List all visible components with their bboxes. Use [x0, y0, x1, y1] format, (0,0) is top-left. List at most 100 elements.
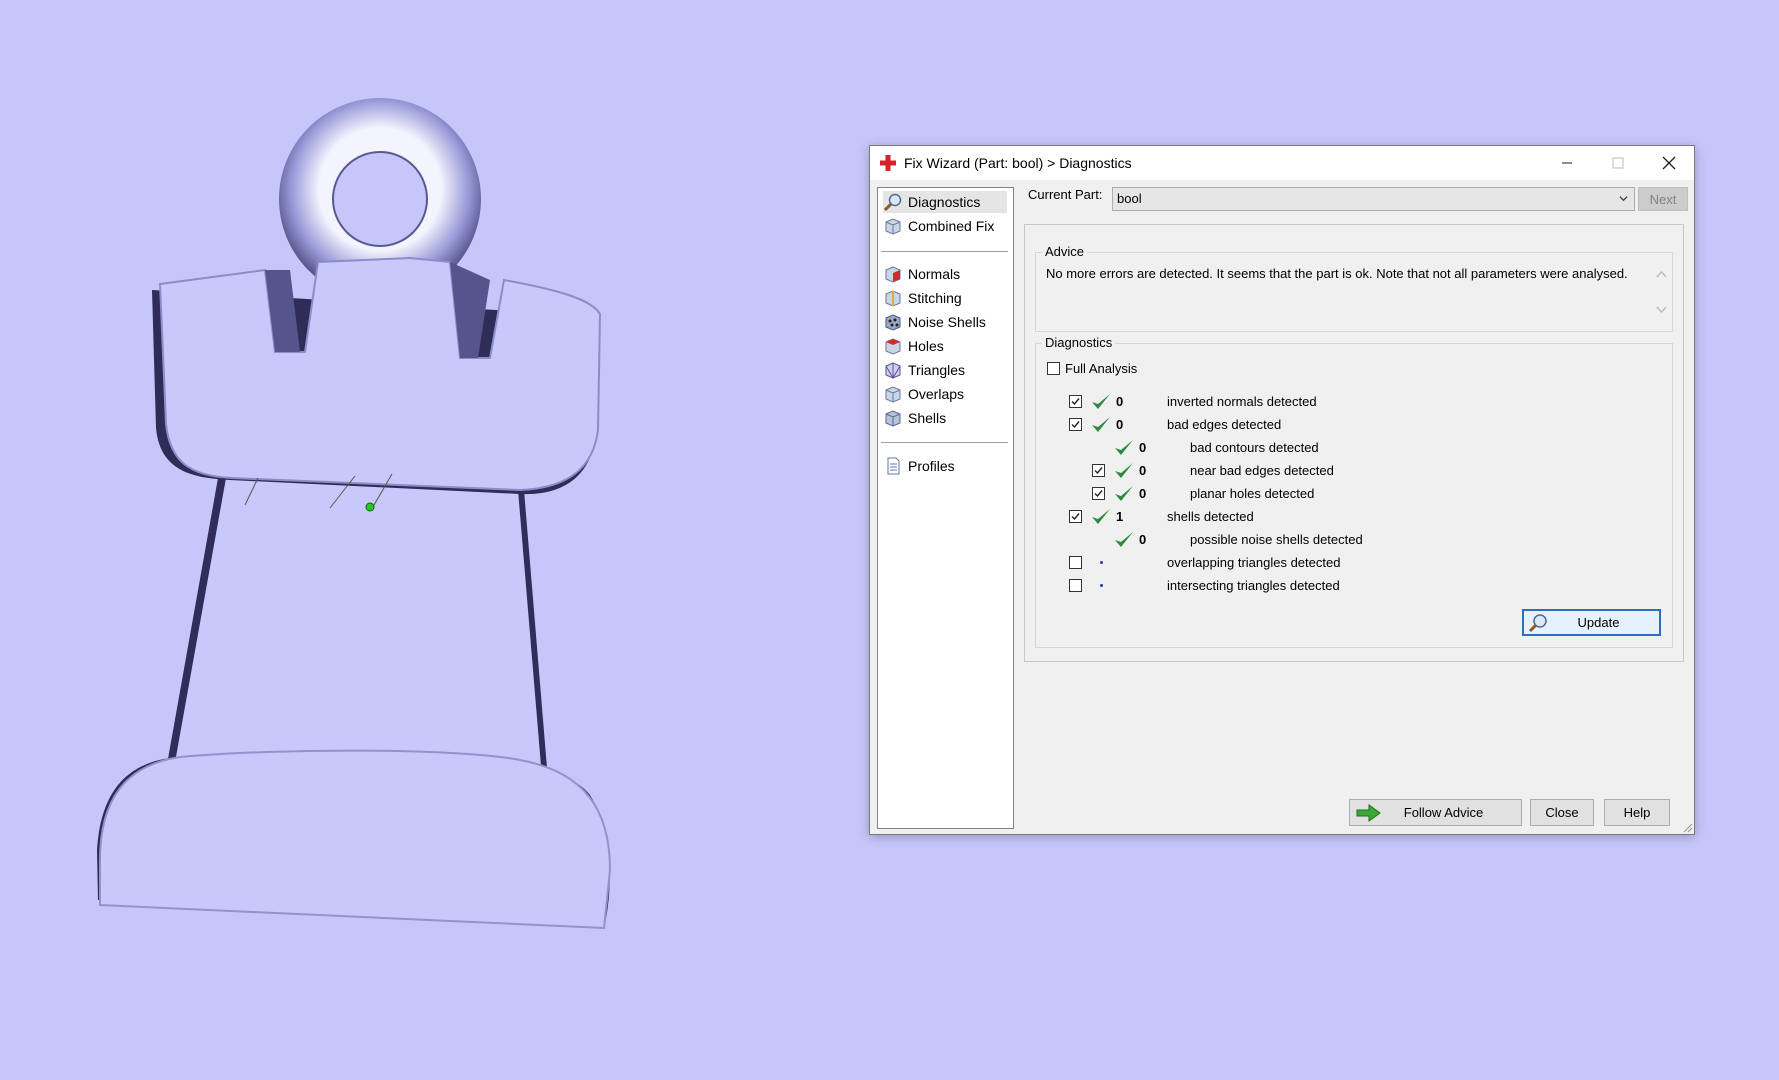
next-label: Next — [1649, 191, 1677, 207]
diag-count: 0 — [1139, 463, 1147, 478]
marker-point — [365, 502, 375, 512]
nav-separator — [881, 251, 1008, 252]
minimize-button[interactable] — [1542, 146, 1592, 180]
help-button[interactable]: Help — [1604, 799, 1670, 826]
checkmark-icon — [1071, 513, 1080, 521]
update-label: Update — [1577, 615, 1620, 630]
green-check-icon — [1092, 417, 1110, 432]
stitching-cube-icon — [885, 290, 901, 307]
inverted-normals-checkbox[interactable] — [1069, 395, 1082, 408]
diagnostics-title: Diagnostics — [1042, 335, 1116, 350]
nav-item-stitching[interactable]: Stitching — [883, 287, 1007, 309]
green-check-icon — [1092, 509, 1110, 524]
magnifier-icon — [1528, 614, 1547, 633]
intersecting-triangles-checkbox[interactable] — [1069, 579, 1082, 592]
nav-item-triangles[interactable]: Triangles — [883, 359, 1007, 381]
shells-cube-icon — [885, 410, 901, 427]
next-button[interactable]: Next — [1638, 187, 1688, 211]
checkmark-icon — [1094, 467, 1103, 475]
nav-item-shells[interactable]: Shells — [883, 407, 1007, 429]
current-part-value: bool — [1117, 191, 1142, 206]
red-cross-icon — [880, 155, 896, 171]
diag-count: 0 — [1116, 417, 1124, 432]
nav-label: Profiles — [908, 458, 955, 474]
close-label: Close — [1545, 805, 1579, 820]
fix-wizard-dialog: Fix Wizard (Part: bool) > Diagnostics Di… — [869, 145, 1695, 835]
nav-label: Overlaps — [908, 386, 965, 402]
nav-item-diagnostics[interactable]: Diagnostics — [883, 191, 1007, 213]
overlapping-triangles-checkbox[interactable] — [1069, 556, 1082, 569]
green-arrow-icon — [1356, 804, 1381, 822]
nav-item-profiles[interactable]: Profiles — [883, 455, 1007, 477]
nav-label: Shells — [908, 410, 947, 426]
green-check-icon — [1115, 532, 1133, 547]
dialog-title: Fix Wizard (Part: bool) > Diagnostics — [904, 155, 1132, 171]
nav-separator — [881, 442, 1008, 443]
green-check-icon — [1115, 463, 1133, 478]
diag-count: 1 — [1116, 509, 1124, 524]
current-part-label: Current Part: — [1028, 187, 1103, 202]
update-button[interactable]: Update — [1522, 609, 1661, 636]
nav-item-noise-shells[interactable]: Noise Shells — [883, 311, 1007, 333]
diag-label: shells detected — [1167, 509, 1254, 524]
checkmark-icon — [1094, 490, 1103, 498]
nav-label: Triangles — [908, 362, 966, 378]
nav-item-holes[interactable]: Holes — [883, 335, 1007, 357]
help-label: Help — [1623, 805, 1651, 820]
follow-advice-label: Follow Advice — [1403, 805, 1484, 820]
close-window-button[interactable] — [1644, 146, 1694, 180]
diag-label: bad edges detected — [1167, 417, 1282, 432]
diag-count: 0 — [1116, 394, 1124, 409]
advice-scrollbar[interactable] — [1653, 265, 1670, 319]
close-icon — [1662, 156, 1676, 170]
current-part-select[interactable]: bool — [1112, 187, 1635, 211]
diag-label: overlapping triangles detected — [1167, 555, 1341, 570]
cube-icon — [885, 218, 901, 235]
planar-holes-checkbox[interactable] — [1092, 487, 1105, 500]
nav-label: Normals — [908, 266, 961, 282]
noise-shells-icon — [885, 314, 901, 331]
diag-label: bad contours detected — [1190, 440, 1319, 455]
nav-label: Holes — [908, 338, 944, 354]
diag-label: inverted normals detected — [1167, 394, 1317, 409]
diagnostics-panel: Advice No more errors are detected. It s… — [1024, 224, 1684, 662]
diag-count: 0 — [1139, 440, 1147, 455]
near-bad-edges-checkbox[interactable] — [1092, 464, 1105, 477]
shells-checkbox[interactable] — [1069, 510, 1082, 523]
triangles-cube-icon — [885, 362, 901, 379]
maximize-icon — [1612, 157, 1624, 169]
minimize-icon — [1562, 162, 1572, 164]
overlaps-cube-icon — [885, 386, 901, 403]
nav-label: Stitching — [908, 290, 962, 306]
checkmark-icon — [1071, 421, 1080, 429]
chevron-down-icon — [1619, 196, 1628, 202]
nav-item-overlaps[interactable]: Overlaps — [883, 383, 1007, 405]
maximize-button[interactable] — [1593, 146, 1643, 180]
pending-dot-icon — [1100, 584, 1103, 587]
nav-item-combined-fix[interactable]: Combined Fix — [883, 215, 1007, 237]
magnifier-icon — [883, 193, 902, 212]
advice-title: Advice — [1042, 244, 1088, 259]
advice-text: No more errors are detected. It seems th… — [1046, 266, 1628, 281]
normals-cube-icon — [885, 266, 901, 283]
nav-label: Diagnostics — [908, 194, 981, 210]
diag-label: planar holes detected — [1190, 486, 1315, 501]
resize-grip-icon[interactable] — [1681, 821, 1693, 833]
full-analysis-checkbox[interactable] — [1047, 362, 1060, 375]
bad-edges-checkbox[interactable] — [1069, 418, 1082, 431]
diag-label: intersecting triangles detected — [1167, 578, 1340, 593]
wizard-nav: Diagnostics Combined Fix Normals Stitchi… — [877, 187, 1014, 829]
close-button[interactable]: Close — [1530, 799, 1594, 826]
diag-count: 0 — [1139, 486, 1147, 501]
green-check-icon — [1092, 394, 1110, 409]
nav-item-normals[interactable]: Normals — [883, 263, 1007, 285]
follow-advice-button[interactable]: Follow Advice — [1349, 799, 1522, 826]
diag-label: possible noise shells detected — [1190, 532, 1363, 547]
full-analysis-label: Full Analysis — [1065, 361, 1138, 376]
document-icon — [887, 457, 900, 475]
checkmark-icon — [1071, 398, 1080, 406]
rook-model — [97, 98, 612, 930]
title-bar[interactable]: Fix Wizard (Part: bool) > Diagnostics — [870, 146, 1694, 180]
nav-label: Combined Fix — [908, 218, 995, 234]
nav-label: Noise Shells — [908, 314, 986, 330]
